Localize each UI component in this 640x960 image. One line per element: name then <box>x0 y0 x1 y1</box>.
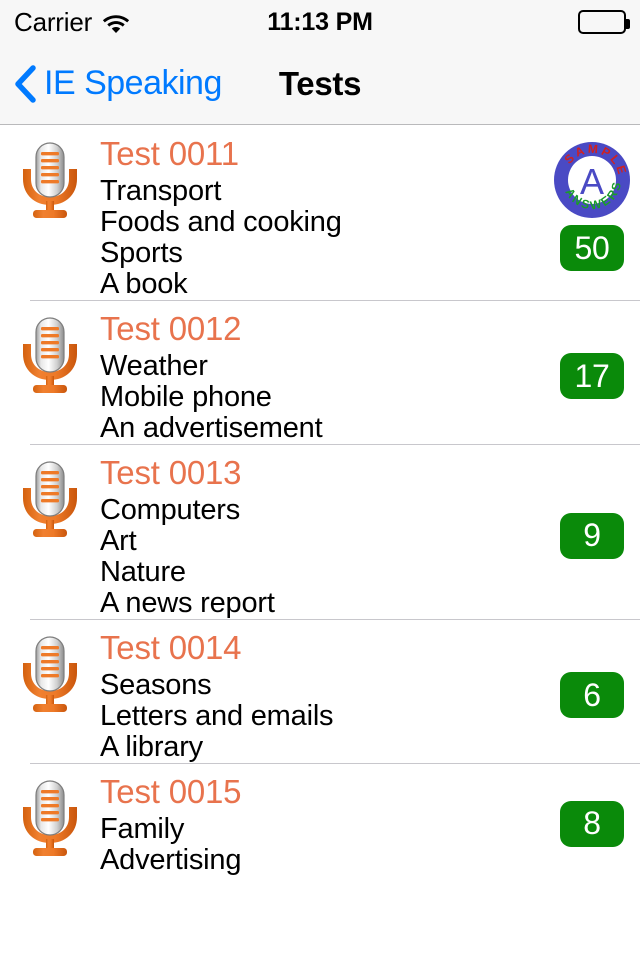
row-body: Test 0011 Transport Foods and cooking Sp… <box>100 133 544 300</box>
microphone-icon <box>13 314 87 396</box>
table-row[interactable]: Test 0012 Weather Mobile phone An advert… <box>0 300 640 444</box>
row-topic: Computers <box>100 494 241 526</box>
row-title: Test 0013 <box>100 454 242 491</box>
row-topic: Art <box>100 525 137 557</box>
row-topic: A book <box>100 268 188 300</box>
row-topic: A library <box>100 731 203 763</box>
row-topics: Transport Foods and cooking Sports A boo… <box>100 176 534 300</box>
navigation-bar: IE Speaking Tests <box>0 44 640 125</box>
row-icon-cell <box>0 452 100 540</box>
row-accessory: 6 <box>544 627 640 763</box>
row-topic: Mobile phone <box>100 381 272 413</box>
row-accessory: 8 <box>544 771 640 876</box>
row-topic: Nature <box>100 556 186 588</box>
row-body: Test 0015 Family Advertising <box>100 771 544 876</box>
row-topic: Transport <box>100 175 222 207</box>
table-row[interactable]: Test 0011 Transport Foods and cooking Sp… <box>0 125 640 300</box>
carrier-label: Carrier <box>14 6 93 37</box>
app-screen: Carrier 11:13 PM IE Speaking Tests Test … <box>0 0 640 960</box>
tests-list: Test 0011 Transport Foods and cooking Sp… <box>0 125 640 876</box>
row-body: Test 0013 Computers Art Nature A news re… <box>100 452 544 619</box>
row-topics: Seasons Letters and emails A library <box>100 670 534 763</box>
row-topic: Advertising <box>100 844 242 876</box>
status-badge: 9 <box>560 512 624 559</box>
row-accessory: 9 <box>544 452 640 619</box>
row-topic: Weather <box>100 350 208 382</box>
sample-answers-badge-icon[interactable]: A SAMPLE ANSWERS <box>553 133 631 219</box>
row-topics: Weather Mobile phone An advertisement <box>100 351 534 444</box>
status-bar: Carrier 11:13 PM <box>0 0 640 44</box>
table-row[interactable]: Test 0013 Computers Art Nature A news re… <box>0 444 640 619</box>
microphone-icon <box>13 777 87 859</box>
row-topic: A news report <box>100 587 275 619</box>
status-badge: 6 <box>560 672 624 718</box>
back-button[interactable]: IE Speaking <box>14 44 222 123</box>
row-icon-cell <box>0 308 100 396</box>
table-row[interactable]: Test 0014 Seasons Letters and emails A l… <box>0 619 640 763</box>
row-icon-cell <box>0 627 100 715</box>
row-topic: Foods and cooking <box>100 206 342 238</box>
table-row[interactable]: Test 0015 Family Advertising 8 <box>0 763 640 876</box>
microphone-icon <box>13 139 87 221</box>
row-icon-cell <box>0 771 100 859</box>
row-body: Test 0014 Seasons Letters and emails A l… <box>100 627 544 763</box>
row-topic: Sports <box>100 237 183 269</box>
row-title: Test 0014 <box>100 629 242 666</box>
svg-text:A: A <box>580 161 604 202</box>
wifi-icon <box>102 12 130 33</box>
status-badge: 17 <box>560 353 624 399</box>
status-badge: 8 <box>560 800 624 847</box>
row-body: Test 0012 Weather Mobile phone An advert… <box>100 308 544 444</box>
row-title: Test 0015 <box>100 773 242 810</box>
back-button-label: IE Speaking <box>44 64 222 102</box>
row-accessory: 17 <box>544 308 640 444</box>
microphone-icon <box>13 633 87 715</box>
row-topic: Seasons <box>100 669 212 701</box>
row-topic: An advertisement <box>100 412 323 444</box>
row-topics: Family Advertising <box>100 814 534 876</box>
status-bar-right <box>578 10 630 34</box>
chevron-left-icon <box>14 64 36 103</box>
row-accessory: A SAMPLE ANSWERS 50 <box>544 133 640 300</box>
status-bar-left: Carrier <box>14 7 130 38</box>
row-topic: Family <box>100 813 185 845</box>
row-topic: Letters and emails <box>100 700 334 732</box>
row-topics: Computers Art Nature A news report <box>100 495 534 619</box>
row-icon-cell <box>0 133 100 221</box>
battery-full-icon <box>578 10 630 34</box>
status-badge: 50 <box>560 225 624 271</box>
row-title: Test 0011 <box>100 135 239 172</box>
row-title: Test 0012 <box>100 310 242 347</box>
microphone-icon <box>13 458 87 540</box>
